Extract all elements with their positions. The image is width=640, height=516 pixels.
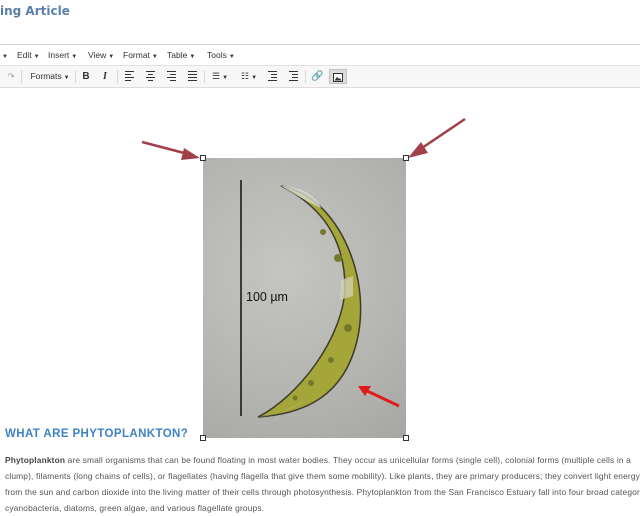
chevron-down-icon: ▼ (33, 54, 40, 60)
italic-icon[interactable]: I (99, 69, 111, 84)
chloroplast (292, 395, 298, 401)
chevron-down-icon: ▼ (71, 54, 78, 60)
bullet-list-icon[interactable]: ☰ ▼ (209, 69, 231, 84)
chevron-down-icon: ▼ (108, 54, 115, 60)
cell-midband (340, 276, 353, 300)
toolbar-separator (21, 70, 22, 83)
paragraph-bold-term: Phytoplankton (5, 455, 66, 465)
outdent-icon[interactable] (267, 69, 278, 84)
align-center-icon[interactable] (145, 69, 156, 84)
toolbar-separator (117, 70, 118, 83)
image-icon[interactable] (329, 69, 347, 84)
paragraph-text: are small organisms that can be found fl… (5, 455, 640, 513)
menu-tools[interactable]: Tools ▼ (207, 50, 235, 60)
chevron-down-icon: ▼ (151, 54, 158, 60)
toolbar-separator (204, 70, 205, 83)
chloroplast (334, 254, 342, 262)
indent-icon[interactable] (288, 69, 299, 84)
formats-dropdown[interactable]: Formats ▼ (28, 69, 72, 84)
align-left-icon[interactable] (124, 69, 135, 84)
chloroplast (308, 380, 314, 386)
chevron-down-icon: ▼ (189, 54, 196, 60)
chloroplast (328, 357, 334, 363)
chevron-down-icon: ▼ (63, 75, 70, 81)
microscope-image-drawing (240, 180, 400, 418)
menu-edit[interactable]: Edit ▼ (17, 50, 40, 60)
tutorial-arrowhead-right (408, 142, 428, 158)
editor-toolbar: ↷ Formats ▼ B I ☰ ▼ ☷ ▼ 🔗 (0, 66, 640, 88)
toolbar-separator (305, 70, 306, 83)
scale-label: 100 µm (246, 290, 288, 304)
bold-icon[interactable]: B (80, 69, 92, 84)
tutorial-arrow-right (421, 117, 466, 150)
resize-handle-bottom-right[interactable] (403, 435, 409, 441)
justify-icon[interactable] (187, 69, 198, 84)
link-icon[interactable]: 🔗 (311, 69, 323, 84)
align-right-icon[interactable] (166, 69, 177, 84)
menu-view[interactable]: View ▼ (88, 50, 114, 60)
section-heading: WHAT ARE PHYTOPLANKTON? (5, 428, 189, 440)
menu-table[interactable]: Table ▼ (167, 50, 195, 60)
menu-format[interactable]: Format ▼ (123, 50, 158, 60)
article-paragraph: Phytoplankton are small organisms that c… (5, 452, 640, 516)
editor-content[interactable]: 100 µm WHAT ARE PHYTOPLANKTON? Phytoplan… (0, 88, 640, 513)
chloroplast (320, 229, 326, 235)
toolbar-separator (75, 70, 76, 83)
chevron-down-icon: ▼ (228, 54, 235, 60)
rich-text-editor: ▼ Edit ▼ Insert ▼ View ▼ Format ▼ Table ▼ Too… (0, 44, 640, 513)
cell-tip-top (281, 186, 321, 208)
menu-insert[interactable]: Insert ▼ (48, 50, 77, 60)
redo-icon[interactable]: ↷ (5, 69, 17, 84)
tutorial-arrows (141, 117, 466, 160)
phytoplankton-image[interactable]: 100 µm (203, 158, 406, 438)
annotation-arrow (362, 387, 400, 408)
editor-menubar: ▼ Edit ▼ Insert ▼ View ▼ Format ▼ Table ▼ Too… (0, 45, 640, 66)
page-title: ing Article (0, 4, 70, 18)
menu-caret-partial[interactable]: ▼ (0, 50, 8, 60)
numbered-list-icon[interactable]: ☷ ▼ (238, 69, 260, 84)
chloroplast (344, 324, 352, 332)
tutorial-arrow-left (141, 140, 189, 156)
tutorial-arrowhead-left (181, 148, 200, 160)
resize-handle-bottom-left[interactable] (200, 435, 206, 441)
